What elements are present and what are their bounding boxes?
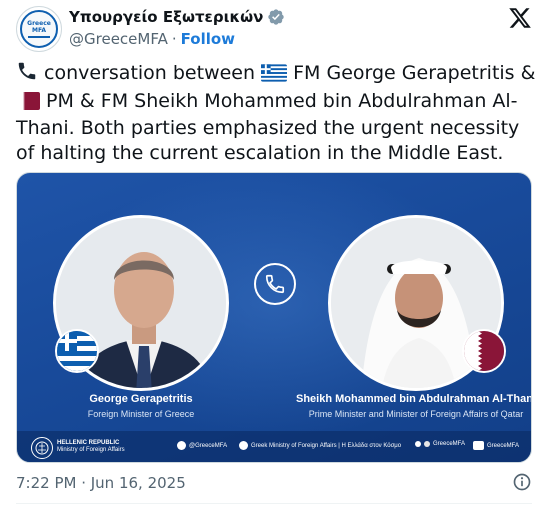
ministry-line1: HELLENIC REPUBLIC [57, 440, 120, 446]
divider [16, 503, 532, 504]
separator: · [171, 30, 177, 48]
phone-call-icon [254, 263, 296, 305]
footer-twitter-label: @GreeceMFA [189, 442, 228, 449]
footer-youtube: GreeceMFA [473, 441, 519, 450]
greece-flag-emoji-icon [261, 64, 288, 89]
tweet-text-part1: conversation between [38, 62, 262, 84]
ministry-line2: Ministry of Foreign Affairs [57, 447, 125, 453]
media-footer-bar: HELLENIC REPUBLIC Ministry of Foreign Af… [17, 431, 531, 462]
ministry-seal-icon [31, 437, 53, 459]
tweet-text-part2: FM George Gerapetritis & [287, 62, 536, 84]
handle-row: @GreeceMFA · Follow [69, 30, 235, 48]
footer-youtube-label: GreeceMFA [487, 442, 520, 449]
youtube-icon [473, 441, 484, 450]
qatar-flag-icon [462, 329, 506, 373]
info-icon[interactable] [512, 472, 532, 492]
avatar[interactable]: Greece MFA [16, 6, 62, 52]
greece-flag-icon [55, 329, 99, 373]
left-person-name: George Gerapetritis [89, 393, 193, 405]
right-person-name: Sheikh Mohammed bin Abdulrahman Al-Thani [296, 393, 532, 405]
footer-twitter: @GreeceMFA [177, 441, 227, 450]
tweet-text-part3: PM & FM Sheikh Mohammed bin Abdulrahman … [16, 89, 520, 164]
avatar-line1: Greece [27, 20, 51, 27]
display-name[interactable]: Υπουργείο Εξωτερικών [69, 8, 263, 26]
name-row: Υπουργείο Εξωτερικών [69, 8, 285, 26]
footer-flickr: GreeceMFA [415, 441, 465, 447]
greece-mfa-logo: Greece MFA [20, 10, 58, 48]
right-person-title: Prime Minister and Minister of Foreign A… [308, 409, 524, 419]
facebook-icon [239, 441, 248, 450]
twitter-icon [177, 441, 186, 450]
x-logo-icon[interactable] [508, 6, 532, 30]
ministry-name: HELLENIC REPUBLIC Ministry of Foreign Af… [57, 440, 125, 454]
qatar-flag-emoji-icon [16, 91, 40, 117]
verified-badge-icon [268, 9, 285, 25]
handle[interactable]: @GreeceMFA [69, 30, 168, 48]
footer-facebook-label: Greek Ministry of Foreign Affairs | Η Ελ… [251, 442, 402, 449]
flickr-icon-2 [424, 441, 430, 447]
media-image[interactable]: George Gerapetritis Foreign Minister of … [16, 172, 532, 463]
flickr-icon [415, 441, 421, 447]
tweet-header: Greece MFA Υπουργείο Εξωτερικών @GreeceM… [16, 6, 532, 52]
avatar-line2: MFA [31, 27, 47, 34]
phone-emoji-icon [16, 60, 38, 89]
tweet-timestamp[interactable]: 7:22 PM · Jun 16, 2025 [16, 474, 186, 492]
follow-button[interactable]: Follow [181, 30, 235, 48]
footer-flickr-label: GreeceMFA [433, 441, 466, 447]
left-person-title: Foreign Minister of Greece [87, 409, 195, 419]
tweet-text: conversation between FM George Gerapetri… [16, 60, 536, 165]
footer-facebook: Greek Ministry of Foreign Affairs | Η Ελ… [239, 441, 401, 450]
